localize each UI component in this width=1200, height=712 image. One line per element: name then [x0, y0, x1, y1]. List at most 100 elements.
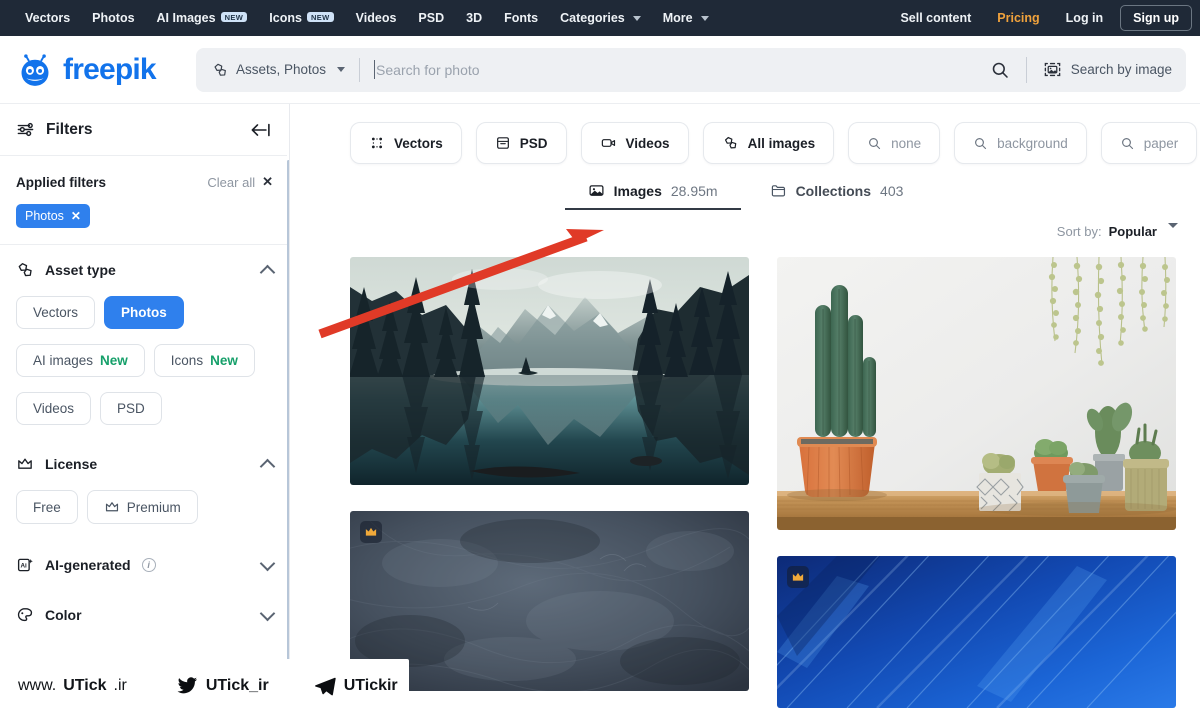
- quick-chip-none[interactable]: none: [848, 122, 941, 164]
- new-badge: NEW: [220, 11, 248, 23]
- quick-chip-background[interactable]: background: [954, 122, 1087, 164]
- pill-label: Icons: [170, 353, 204, 368]
- top-nav-item-icons[interactable]: Icons NEW: [258, 0, 344, 36]
- top-nav-item-fonts[interactable]: Fonts: [493, 0, 549, 36]
- top-nav-label: More: [662, 11, 693, 25]
- asset-type-option-videos[interactable]: Videos: [16, 392, 92, 425]
- all-images-icon: [724, 136, 736, 149]
- clear-all-label: Clear all: [207, 174, 256, 190]
- top-nav-item-categories[interactable]: Categories: [549, 0, 652, 36]
- license-option-free[interactable]: Free: [16, 490, 78, 524]
- freepik-logo[interactable]: freepik: [0, 51, 196, 89]
- quick-chip-label: PSD: [519, 135, 548, 151]
- tab-count: 403: [880, 182, 904, 199]
- chevron-up-icon: [259, 458, 276, 474]
- applied-filters-section: Applied filters Clear all ✕ Photos ✕: [0, 156, 289, 245]
- quick-chip-all-images[interactable]: All images: [702, 122, 835, 164]
- license-options: Free Premium: [16, 490, 273, 524]
- signup-button[interactable]: Sign up: [1120, 5, 1192, 31]
- top-nav-item-3d[interactable]: 3D: [455, 0, 493, 36]
- facet-title-group: Asset type: [16, 261, 116, 279]
- asset-type-option-icons[interactable]: Icons New: [153, 344, 255, 377]
- asset-type-option-psd[interactable]: PSD: [100, 392, 162, 425]
- facet-color: Color: [0, 580, 289, 630]
- result-type-tabs: Images 28.95m Collections 403: [291, 182, 1200, 210]
- search-scope-label: Assets, Photos: [236, 62, 327, 77]
- crown-icon: [105, 502, 118, 512]
- facet-title: AI-generated: [45, 557, 131, 573]
- watermark-site-prefix: www.: [18, 676, 57, 694]
- tab-collections[interactable]: Collections 403: [770, 182, 904, 210]
- result-card-mountain-lake[interactable]: [350, 257, 749, 485]
- top-nav-label: Photos: [92, 11, 135, 25]
- facet-asset-type: Asset type Vectors Photos AI images New …: [0, 245, 289, 429]
- filters-sidebar: Filters Applied filters Clear all ✕ Phot…: [0, 104, 290, 712]
- asset-type-option-vectors[interactable]: Vectors: [16, 296, 96, 329]
- asset-type-options-3: Videos PSD: [16, 392, 273, 425]
- top-nav-item-ai-images[interactable]: AI Images NEW: [146, 0, 259, 36]
- sliders-icon: [17, 122, 34, 137]
- top-nav-item-psd[interactable]: PSD: [407, 0, 455, 36]
- freepik-search-page: Vectors Photos AI Images NEW Icons NEW V…: [0, 0, 1200, 712]
- chevron-up-icon: [259, 264, 276, 280]
- quick-chip-label: background: [997, 135, 1068, 151]
- result-card-blue-abstract[interactable]: [777, 556, 1176, 708]
- sidebar-scrollbar[interactable]: [287, 104, 289, 712]
- collapse-sidebar-button[interactable]: [249, 121, 271, 139]
- result-card-cactus-shelf[interactable]: [777, 257, 1176, 530]
- search-submit-button[interactable]: [974, 60, 1026, 80]
- new-badge: NEW: [306, 11, 334, 23]
- applied-filter-chip-photos[interactable]: Photos ✕: [16, 204, 90, 228]
- sell-content-link[interactable]: Sell content: [887, 11, 984, 25]
- facet-ai-generated-header[interactable]: Ai AI-generated i: [16, 555, 276, 576]
- asset-type-options-2: AI images New Icons New: [16, 344, 273, 377]
- top-nav-item-videos[interactable]: Videos: [345, 0, 408, 36]
- asset-type-option-ai-images[interactable]: AI images New: [16, 344, 145, 377]
- quick-chip-paper[interactable]: paper: [1100, 122, 1198, 164]
- pricing-link[interactable]: Pricing: [984, 11, 1052, 25]
- cactus-shelf-photo: [777, 257, 1176, 530]
- freepik-robot-icon: [21, 53, 49, 86]
- license-option-premium[interactable]: Premium: [86, 490, 198, 524]
- tab-images[interactable]: Images 28.95m: [564, 182, 741, 210]
- top-nav-label: Fonts: [504, 11, 539, 25]
- quick-chip-vectors[interactable]: Vectors: [350, 122, 462, 164]
- facet-title: License: [45, 456, 98, 472]
- asset-type-icon: [18, 263, 32, 277]
- sidebar-scrollbar-thumb[interactable]: [287, 160, 289, 712]
- top-nav-label: Videos: [355, 11, 397, 25]
- chevron-down-icon: [259, 555, 276, 571]
- mountain-lake-reflection-photo: [350, 257, 749, 485]
- search-scope-selector[interactable]: Assets, Photos: [196, 62, 359, 78]
- facet-asset-type-header[interactable]: Asset type: [16, 261, 276, 281]
- asset-type-option-photos[interactable]: Photos: [104, 296, 184, 329]
- top-nav-item-photos[interactable]: Photos: [81, 0, 145, 36]
- top-nav-item-more[interactable]: More: [652, 0, 720, 36]
- result-card-dark-slate[interactable]: [350, 511, 749, 691]
- search-by-image-button[interactable]: Search by image: [1027, 60, 1182, 79]
- blue-abstract-photo: [777, 556, 1176, 708]
- top-nav-label: 3D: [466, 11, 483, 25]
- search-input[interactable]: Search for photo: [360, 60, 974, 79]
- quick-chip-label: paper: [1143, 135, 1179, 151]
- sort-control[interactable]: Sort by: Popular: [291, 210, 1200, 239]
- search-placeholder: Search for photo: [376, 61, 480, 78]
- crown-icon: [792, 572, 804, 581]
- info-icon[interactable]: i: [141, 558, 156, 572]
- quick-chip-videos[interactable]: Videos: [580, 122, 689, 164]
- watermark-site: www. UTick .ir: [0, 677, 127, 695]
- top-nav-item-vectors[interactable]: Vectors: [14, 0, 81, 36]
- facet-ai-generated: Ai AI-generated i: [0, 528, 289, 580]
- facet-color-header[interactable]: Color: [16, 605, 276, 626]
- clear-all-button[interactable]: Clear all ✕: [207, 174, 273, 190]
- facet-license-header[interactable]: License: [16, 455, 276, 475]
- applied-chip-label: Photos: [25, 209, 64, 223]
- login-link[interactable]: Log in: [1053, 11, 1117, 25]
- sort-label: Sort by:: [1056, 224, 1102, 239]
- quick-chip-psd[interactable]: PSD: [475, 122, 567, 164]
- pill-label: AI images: [33, 353, 94, 368]
- filters-header: Filters: [0, 104, 289, 156]
- remove-filter-icon[interactable]: ✕: [71, 209, 81, 223]
- applied-filters-header: Applied filters Clear all ✕: [16, 174, 273, 190]
- premium-badge: [360, 521, 382, 543]
